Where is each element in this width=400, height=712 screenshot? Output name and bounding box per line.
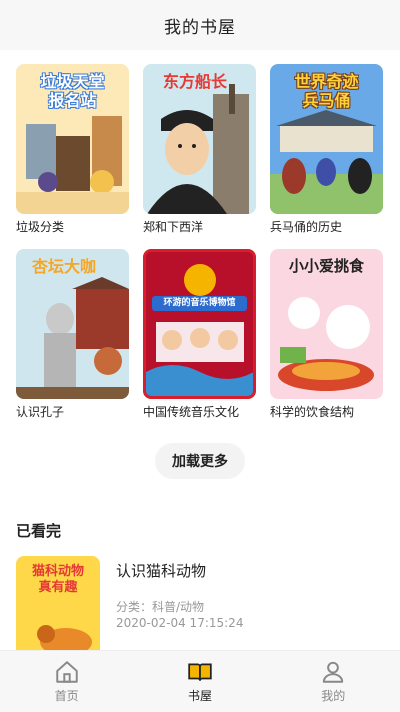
cover-title: 环游的音乐博物馆 [152, 296, 247, 311]
book-card-4[interactable]: 杏坛大咖 认识孔子 [16, 249, 129, 420]
cover-title: 小小爱挑食 [288, 257, 364, 275]
finished-section-title: 已看完 [16, 522, 62, 540]
book-card-5[interactable]: 环游的音乐博物馆 中国传统音乐文化 [143, 249, 256, 420]
book-title: 垃圾分类 [16, 220, 65, 234]
book-card-1[interactable]: 垃圾天堂 报名站 垃圾分类 [16, 64, 129, 235]
tab-bookhouse[interactable]: 书屋 [150, 659, 250, 704]
home-icon [55, 661, 78, 683]
bottom-tab-bar: 首页 书屋 我的 [0, 650, 400, 712]
book-card-3[interactable]: 世界奇迹 兵马俑 兵马俑的历史 [270, 64, 383, 235]
book-title: 科学的饮食结构 [270, 405, 355, 419]
book-title: 认识孔子 [16, 405, 65, 419]
finished-book-title: 认识猫科动物 [116, 562, 207, 580]
page-title: 我的书屋 [164, 17, 236, 38]
finished-book-cover[interactable]: 猫科动物 真有趣 [16, 556, 100, 656]
book-cover[interactable]: 世界奇迹 兵马俑 [270, 64, 383, 214]
tab-label: 书屋 [187, 689, 212, 703]
cover-title: 世界奇迹 兵马俑 [294, 72, 359, 110]
book-icon [188, 663, 212, 681]
book-cover[interactable]: 小小爱挑食 [270, 249, 383, 399]
tab-profile[interactable]: 我的 [283, 659, 383, 704]
cover-title: 猫科动物 真有趣 [31, 564, 84, 595]
cover-title: 杏坛大咖 [32, 257, 97, 276]
book-cover[interactable]: 环游的音乐博物馆 [143, 249, 256, 399]
finished-book-category: 分类：科普/动物 [116, 600, 205, 614]
book-cover[interactable]: 垃圾天堂 报名站 [16, 64, 129, 214]
book-card-2[interactable]: 东方船长 郑和下西洋 [143, 64, 256, 235]
user-icon [323, 661, 344, 683]
book-cover[interactable]: 杏坛大咖 [16, 249, 129, 399]
book-title: 中国传统音乐文化 [143, 405, 240, 419]
tab-label: 首页 [54, 689, 79, 703]
book-cover[interactable]: 东方船长 [143, 64, 256, 214]
book-title: 郑和下西洋 [143, 220, 204, 234]
load-more-button[interactable]: 加载更多 [155, 443, 245, 479]
tab-label: 我的 [321, 689, 346, 703]
finished-book-item[interactable]: 猫科动物 真有趣 认识猫科动物 分类：科普/动物 2020-02-04 17:1… [16, 556, 384, 656]
book-grid: 垃圾天堂 报名站 垃圾分类 东方船长 郑和下西洋 世界奇迹 兵马俑 兵马俑的历史… [16, 64, 384, 420]
cover-illustration [146, 264, 253, 396]
cover-title: 东方船长 [163, 72, 228, 91]
book-title: 兵马俑的历史 [270, 220, 343, 234]
tab-home[interactable]: 首页 [17, 659, 117, 704]
cover-title: 垃圾天堂 报名站 [40, 72, 105, 110]
finished-book-time: 2020-02-04 17:15:24 [116, 616, 244, 630]
top-bar: 我的书屋 [0, 0, 400, 50]
book-card-6[interactable]: 小小爱挑食 科学的饮食结构 [270, 249, 383, 420]
